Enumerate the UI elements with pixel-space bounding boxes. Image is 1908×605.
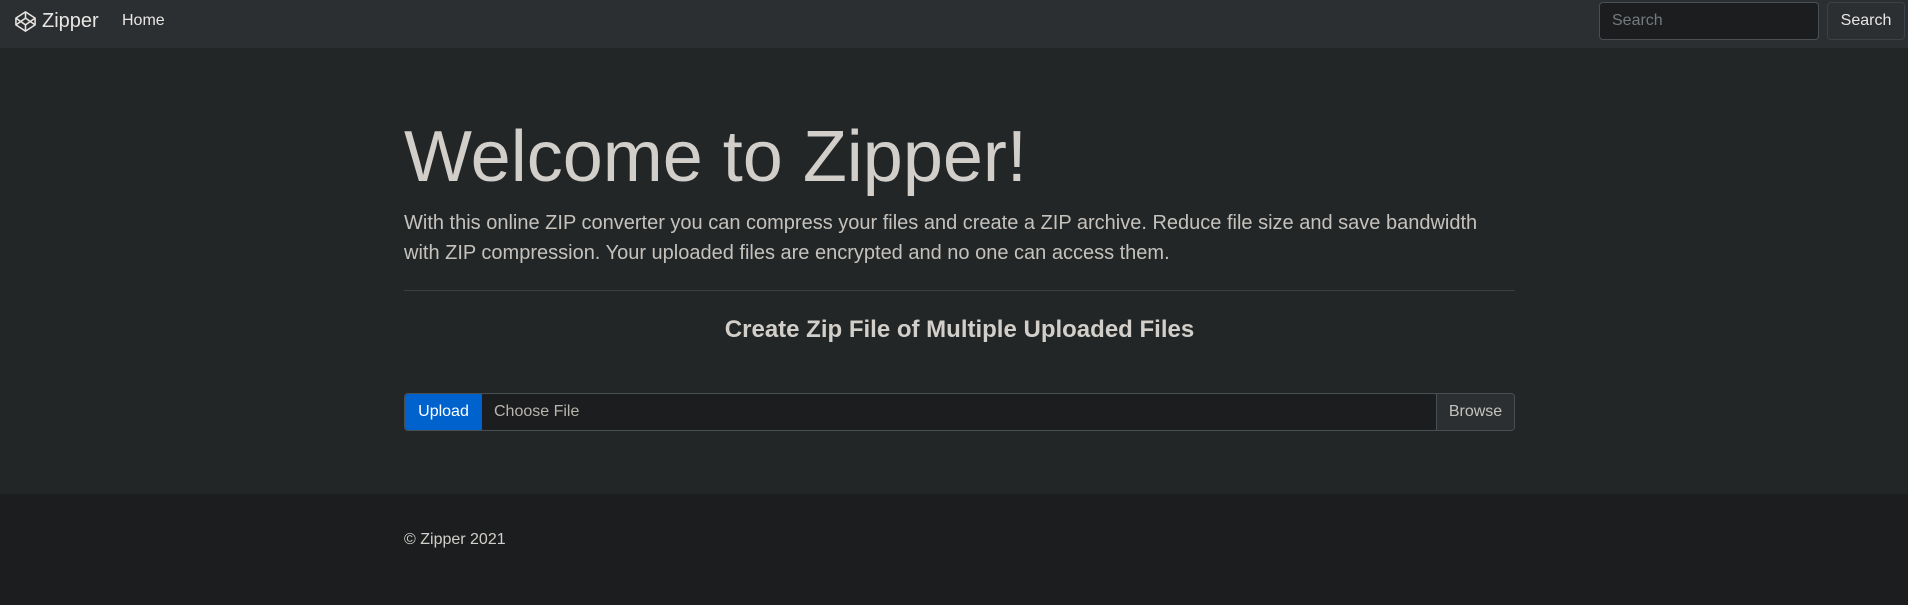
upload-button[interactable]: Upload	[405, 394, 482, 430]
jumbotron: Welcome to Zipper! With this online ZIP …	[0, 48, 1908, 494]
file-chooser-input[interactable]: Choose File	[482, 394, 1436, 430]
footer: © Zipper 2021	[0, 494, 1908, 605]
search-input[interactable]	[1599, 2, 1819, 40]
browse-button[interactable]: Browse	[1436, 394, 1514, 430]
page-title: Welcome to Zipper!	[404, 117, 1027, 197]
nav-home-link[interactable]: Home	[122, 0, 165, 42]
navbar: Zipper Home Search	[0, 0, 1908, 48]
footer-copyright: © Zipper 2021	[404, 531, 506, 548]
codepen-logo-icon	[15, 10, 36, 32]
brand-link[interactable]: Zipper	[14, 0, 99, 42]
upload-section-title: Create Zip File of Multiple Uploaded Fil…	[724, 316, 1195, 343]
search-button[interactable]: Search	[1827, 2, 1905, 40]
file-upload-group: Upload Choose File Browse	[404, 393, 1515, 431]
lead-description: With this online ZIP converter you can c…	[404, 212, 1478, 264]
divider	[404, 290, 1515, 291]
brand-name: Zipper	[42, 9, 99, 32]
